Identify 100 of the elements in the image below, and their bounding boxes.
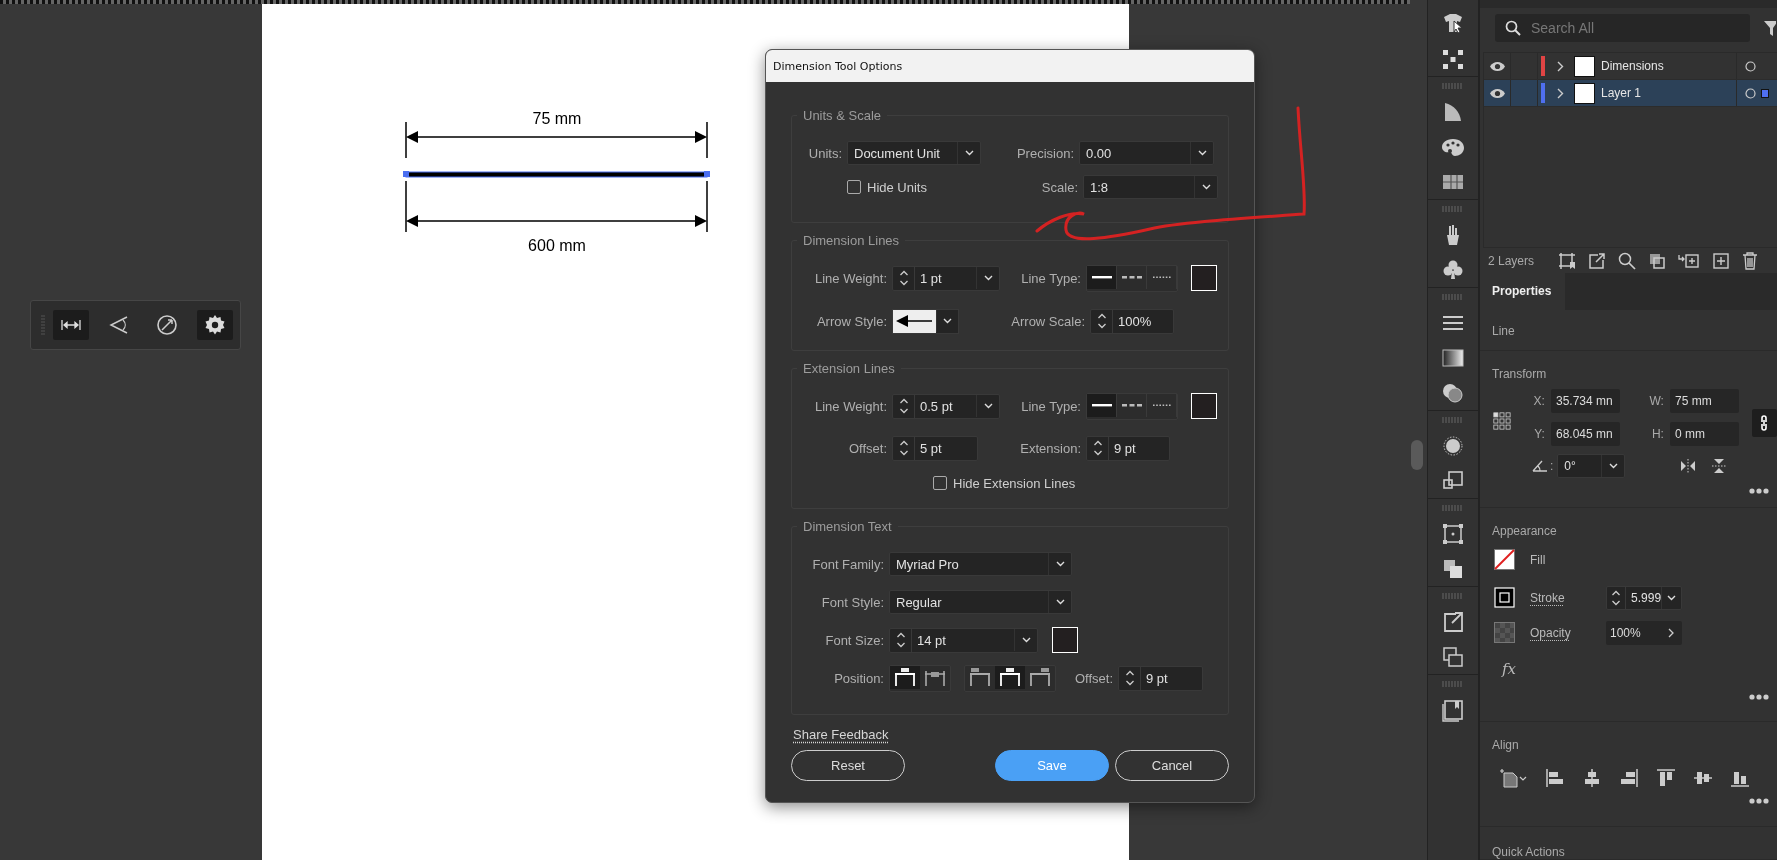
dropdown[interactable]: Myriad Pro bbox=[889, 552, 1072, 576]
grip-handle[interactable] bbox=[1442, 680, 1464, 687]
layer-name: Dimensions bbox=[1601, 59, 1665, 73]
target-circle-icon[interactable] bbox=[1745, 60, 1756, 72]
number-field[interactable]: 5 pt bbox=[892, 435, 978, 461]
align-right-icon[interactable] bbox=[1619, 768, 1639, 789]
more-options-icon[interactable] bbox=[1749, 693, 1769, 700]
object-type-label: Line bbox=[1492, 323, 1516, 338]
stepper-icon[interactable] bbox=[898, 397, 909, 415]
field-label: Line Weight: bbox=[813, 270, 887, 286]
filter-icon[interactable] bbox=[1764, 20, 1776, 36]
chevron-icon[interactable] bbox=[1668, 627, 1674, 638]
dropdown[interactable]: 0.00 bbox=[1079, 141, 1214, 165]
properties-tab[interactable]: Properties bbox=[1480, 273, 1565, 310]
chevron-icon[interactable] bbox=[1557, 87, 1564, 99]
dropdown[interactable]: Regular bbox=[889, 590, 1072, 614]
clipping-mask-icon[interactable] bbox=[1648, 252, 1666, 270]
export-icon[interactable] bbox=[1588, 252, 1606, 270]
text-field[interactable]: 0 mm bbox=[1669, 421, 1739, 446]
dropdown[interactable]: 0° bbox=[1557, 453, 1626, 478]
gear-icon bbox=[203, 313, 227, 337]
above-position-button[interactable] bbox=[890, 665, 920, 689]
text-field[interactable]: 68.045 mn bbox=[1550, 421, 1620, 446]
reference-point-icon[interactable] bbox=[1493, 410, 1511, 433]
number-field[interactable]: 100% bbox=[1090, 308, 1174, 334]
opacity-link[interactable]: Opacity bbox=[1530, 625, 1606, 640]
opacity-field[interactable]: 100% bbox=[1606, 620, 1682, 645]
scrollbar-thumb[interactable] bbox=[1411, 440, 1423, 470]
target-circle-icon[interactable] bbox=[1745, 87, 1756, 99]
stroke-link[interactable]: Stroke bbox=[1530, 590, 1606, 605]
line-type-selector[interactable] bbox=[1086, 264, 1178, 292]
more-options-icon[interactable] bbox=[1749, 798, 1769, 805]
trash-icon[interactable] bbox=[1742, 252, 1758, 270]
text-placement-selector[interactable] bbox=[889, 664, 951, 692]
new-layer-icon[interactable] bbox=[1712, 252, 1730, 270]
eye-icon[interactable] bbox=[1488, 60, 1506, 72]
linear-dimension-tool[interactable] bbox=[53, 310, 89, 340]
field-label: X: bbox=[1532, 393, 1545, 408]
effects-button[interactable]: fx bbox=[1502, 659, 1516, 678]
dropdown[interactable]: 1:8 bbox=[1083, 175, 1218, 199]
stepper-icon[interactable] bbox=[1096, 312, 1107, 330]
number-field[interactable]: 14 pt bbox=[889, 627, 1038, 653]
color-swatch[interactable] bbox=[1052, 627, 1078, 653]
checkbox[interactable] bbox=[933, 476, 947, 490]
number-field[interactable]: 5.999 bbox=[1606, 585, 1682, 610]
color-swatch[interactable] bbox=[1191, 393, 1217, 419]
search-icon[interactable] bbox=[1618, 252, 1636, 270]
align-center-icon[interactable] bbox=[1582, 768, 1602, 789]
flip-horizontal-icon[interactable] bbox=[1680, 458, 1697, 473]
align-to-icon[interactable] bbox=[1500, 768, 1528, 789]
grip-handle[interactable] bbox=[1442, 416, 1464, 423]
number-field[interactable]: 9 pt bbox=[1086, 435, 1170, 461]
search-field[interactable]: Search All bbox=[1495, 14, 1750, 42]
stepper-icon[interactable] bbox=[895, 631, 906, 649]
stepper-icon[interactable] bbox=[898, 439, 909, 457]
solid-line-button[interactable] bbox=[1087, 393, 1117, 417]
constrain-proportions-button[interactable] bbox=[1751, 409, 1777, 438]
stepper-icon[interactable] bbox=[1124, 669, 1135, 687]
number-field[interactable]: 9 pt bbox=[1118, 665, 1203, 691]
number-field[interactable]: 1 pt bbox=[892, 265, 1000, 291]
book-icon[interactable] bbox=[1440, 697, 1466, 722]
more-options-icon[interactable] bbox=[1749, 487, 1769, 494]
dotcircle-icon[interactable] bbox=[1440, 433, 1466, 458]
stepper-icon[interactable] bbox=[1092, 439, 1103, 457]
caret-icon bbox=[1608, 462, 1618, 469]
text-field[interactable]: 75 mm bbox=[1669, 388, 1739, 413]
share-feedback-link[interactable]: Share Feedback bbox=[793, 727, 889, 742]
checkbox[interactable] bbox=[847, 180, 861, 194]
flip-vertical-icon[interactable] bbox=[1712, 457, 1727, 474]
align-left-icon[interactable] bbox=[1545, 768, 1565, 789]
stepper-icon[interactable] bbox=[1611, 588, 1621, 607]
grip-handle[interactable] bbox=[1442, 293, 1464, 300]
settings-dimension-tool[interactable] bbox=[197, 310, 233, 340]
stepper-icon[interactable] bbox=[898, 269, 909, 287]
center-align-button[interactable] bbox=[995, 665, 1025, 689]
layer-count: 2 Layers bbox=[1488, 254, 1536, 268]
grip-handle[interactable] bbox=[1442, 205, 1464, 212]
text-alignment-selector[interactable] bbox=[964, 664, 1056, 692]
text-field[interactable]: 35.734 mn bbox=[1550, 388, 1620, 413]
window-title: Dimension Tool Options bbox=[773, 59, 903, 73]
color-swatch[interactable] bbox=[1191, 265, 1217, 291]
opacity-swatch[interactable] bbox=[1494, 622, 1515, 644]
align-top-icon[interactable] bbox=[1656, 768, 1676, 789]
arrow-style-dropdown[interactable] bbox=[892, 308, 959, 334]
eye-icon[interactable] bbox=[1488, 87, 1506, 99]
grip-handle[interactable] bbox=[1442, 592, 1464, 599]
grip-handle[interactable] bbox=[1442, 504, 1464, 511]
solid-line-button[interactable] bbox=[1087, 265, 1117, 289]
grip-handle[interactable] bbox=[1442, 82, 1464, 89]
stroke-swatch[interactable] bbox=[1494, 587, 1515, 609]
fill-none-swatch[interactable] bbox=[1494, 549, 1515, 571]
chevron-icon[interactable] bbox=[1557, 60, 1564, 72]
transform-icon[interactable] bbox=[1440, 521, 1466, 546]
new-sublayer-icon[interactable] bbox=[1678, 252, 1700, 270]
line-type-selector[interactable] bbox=[1086, 392, 1178, 420]
dropdown[interactable]: Document Unit bbox=[847, 141, 981, 165]
artboards-icon[interactable] bbox=[1440, 644, 1466, 669]
layer-row[interactable]: Layer 1 bbox=[1484, 80, 1777, 107]
number-field[interactable]: 0.5 pt bbox=[892, 393, 1000, 419]
artboard-icon[interactable] bbox=[1558, 252, 1576, 270]
